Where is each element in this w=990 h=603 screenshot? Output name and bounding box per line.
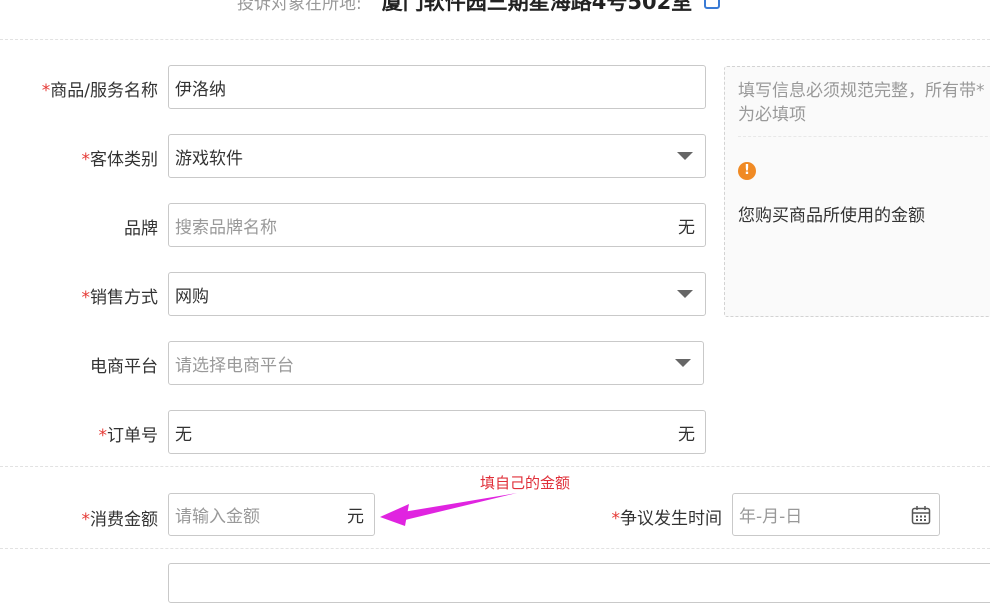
brand-placeholder: 搜索品牌名称	[175, 217, 277, 238]
sales-method-value: 网购	[175, 286, 209, 307]
tip-description: 您购买商品所使用的金额	[738, 206, 925, 226]
platform-placeholder: 请选择电商平台	[175, 355, 294, 376]
category-select[interactable]: 游戏软件	[168, 134, 706, 178]
warning-icon: !	[738, 162, 756, 180]
dispute-time-label: *争议发生时间	[611, 509, 723, 529]
amount-label: *消费金额	[81, 510, 159, 530]
divider	[0, 548, 990, 549]
amount-placeholder: 请输入金额	[175, 507, 260, 527]
product-name-input[interactable]: 伊洛纳	[168, 65, 706, 109]
chevron-down-icon	[675, 359, 691, 367]
product-name-label: *商品/服务名称	[41, 81, 158, 101]
next-field-input[interactable]	[168, 563, 990, 603]
sales-method-label: *销售方式	[81, 288, 159, 308]
tip-text: 填写信息必须规范完整，所有带*为必填项	[738, 81, 985, 125]
order-none-button[interactable]: 无	[678, 411, 695, 453]
address-value: 厦门软件园三期星海路4号502室	[381, 0, 693, 14]
platform-select[interactable]: 请选择电商平台	[168, 341, 704, 385]
product-name-value: 伊洛纳	[175, 79, 226, 100]
amount-unit: 元	[347, 507, 364, 527]
address-label: 投诉对象在所地:	[237, 0, 362, 14]
complaint-target-address: 投诉对象在所地: 厦门软件园三期星海路4号502室	[237, 0, 721, 16]
annotation-arrow-icon	[380, 493, 517, 526]
platform-label: 电商平台	[90, 357, 158, 377]
order-no-label: *订单号	[98, 426, 159, 446]
edit-address-icon[interactable]	[704, 0, 721, 9]
chevron-down-icon	[677, 290, 693, 298]
sales-method-select[interactable]: 网购	[168, 272, 706, 316]
calendar-icon[interactable]	[911, 505, 931, 525]
divider	[0, 39, 990, 40]
tip-divider	[738, 136, 990, 137]
help-tip-panel: 填写信息必须规范完整，所有带*为必填项 ! 您购买商品所使用的金额	[724, 66, 990, 317]
order-no-input[interactable]: 无 无	[168, 410, 706, 454]
order-no-value: 无	[175, 424, 192, 445]
amount-input[interactable]: 请输入金额 元	[168, 493, 375, 536]
brand-none-button[interactable]: 无	[678, 204, 695, 246]
date-placeholder: 年-月-日	[739, 507, 803, 527]
brand-label: 品牌	[124, 219, 158, 239]
dispute-date-input[interactable]: 年-月-日	[732, 493, 940, 536]
brand-search-input[interactable]: 搜索品牌名称 无	[168, 203, 706, 247]
category-value: 游戏软件	[175, 148, 243, 169]
chevron-down-icon	[677, 152, 693, 160]
category-label: *客体类别	[81, 150, 159, 170]
divider	[0, 466, 990, 467]
